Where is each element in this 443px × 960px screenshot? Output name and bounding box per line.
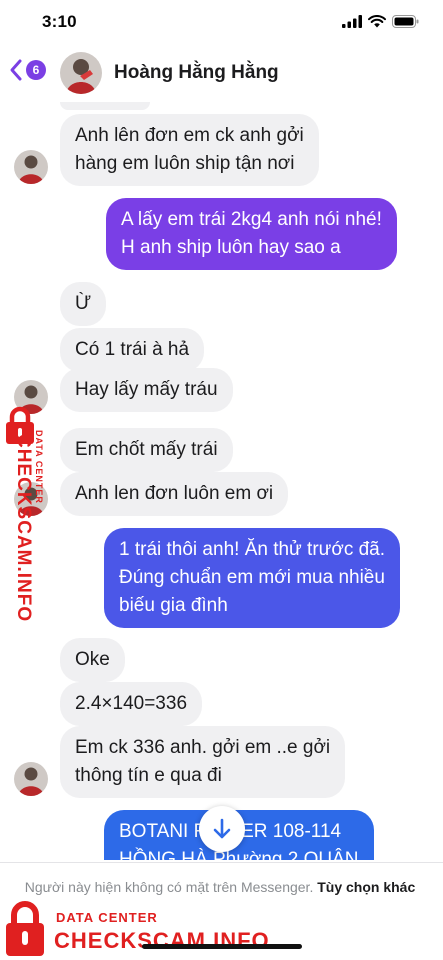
message-bubble-incoming[interactable]: Có 1 trái à hả bbox=[60, 328, 205, 372]
signal-icon bbox=[342, 15, 362, 28]
contact-avatar[interactable] bbox=[60, 52, 102, 94]
status-time: 3:10 bbox=[42, 12, 77, 31]
sender-avatar bbox=[14, 150, 48, 184]
back-chevron-icon bbox=[10, 59, 22, 81]
message-thread[interactable]: Anh lên đơn em ck anh gởi hàng em luôn s… bbox=[0, 102, 443, 860]
message-bubble-incoming[interactable]: Em chốt mấy trái bbox=[60, 428, 233, 472]
clipped-message-bubble bbox=[60, 102, 150, 110]
more-options-link[interactable]: Tùy chọn khác bbox=[317, 879, 415, 895]
scroll-to-bottom-button[interactable] bbox=[199, 806, 245, 852]
message-bubble-outgoing[interactable]: 1 trái thôi anh! Ăn thử trước đã. Đúng c… bbox=[104, 528, 401, 628]
status-icons bbox=[342, 15, 419, 28]
footer-notice: Người này hiện không có mặt trên Messeng… bbox=[20, 877, 420, 898]
watermark-title: CHECKSCAM.INFO bbox=[13, 434, 34, 623]
contact-name[interactable]: Hoàng Hằng Hằng bbox=[114, 62, 279, 84]
message-bubble-incoming[interactable]: Oke bbox=[60, 638, 125, 682]
watermark-subtitle: DATA CENTER bbox=[34, 430, 44, 504]
watermark-subtitle: DATA CENTER bbox=[56, 910, 158, 925]
arrow-down-icon bbox=[213, 818, 231, 839]
watermark-side: DATA CENTER CHECKSCAM.INFO bbox=[0, 406, 44, 626]
watermark-bottom: DATA CENTER CHECKSCAM.INFO bbox=[0, 900, 300, 960]
footer-notice-text: Người này hiện không có mặt trên Messeng… bbox=[24, 879, 314, 895]
watermark-title: CHECKSCAM.INFO bbox=[54, 928, 270, 953]
message-bubble-incoming[interactable]: 2.4×140=336 bbox=[60, 682, 203, 726]
message-bubble-incoming[interactable]: Em ck 336 anh. gởi em ..e gởi thông tín … bbox=[60, 726, 346, 798]
message-bubble-incoming[interactable]: Hay lấy mấy tráu bbox=[60, 368, 233, 412]
message-bubble-incoming[interactable]: Anh len đơn luôn em ơi bbox=[60, 472, 289, 516]
home-indicator bbox=[142, 944, 302, 949]
lock-icon bbox=[6, 901, 44, 956]
conversation-header: 6 Hoàng Hằng Hằng bbox=[0, 46, 443, 102]
sender-avatar bbox=[14, 762, 48, 796]
back-button[interactable]: 6 bbox=[8, 58, 46, 82]
unread-count-badge: 6 bbox=[26, 60, 46, 80]
message-bubble-outgoing[interactable]: A lấy em trái 2kg4 anh nói nhé! H anh sh… bbox=[106, 198, 397, 270]
message-bubble-incoming[interactable]: Ừ bbox=[60, 282, 107, 326]
message-bubble-incoming[interactable]: Anh lên đơn em ck anh gởi hàng em luôn s… bbox=[60, 114, 319, 186]
wifi-icon bbox=[368, 15, 386, 28]
status-bar: 3:10 bbox=[0, 0, 443, 46]
battery-icon bbox=[392, 15, 419, 28]
